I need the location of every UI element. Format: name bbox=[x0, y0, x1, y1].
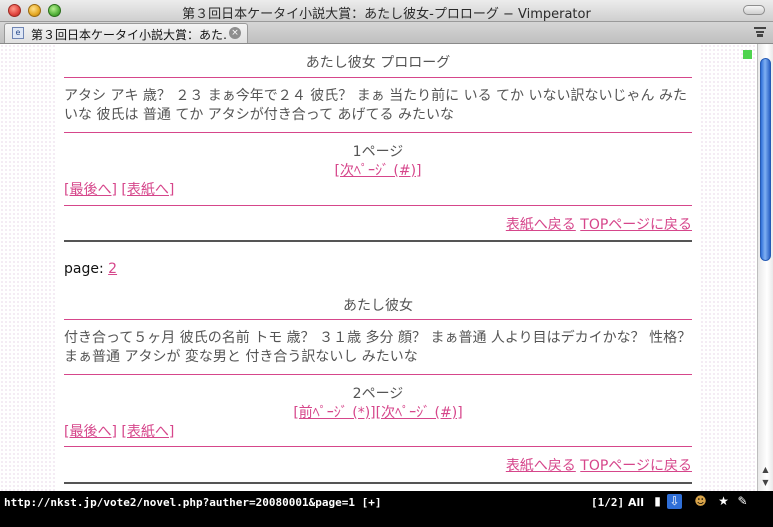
next-page-link[interactable]: [次ﾍﾟｰｼﾞ (#)] bbox=[376, 405, 463, 421]
section2-jump: [最後へ] [表紙へ] bbox=[64, 421, 692, 441]
page-content[interactable]: あたし彼女 プロローグ アタシ アキ 歳？ ２３ まぁ今年で２４ 彼氏？ まぁ … bbox=[0, 44, 757, 491]
section1-page-label: 1ページ bbox=[352, 144, 404, 160]
vertical-scrollbar[interactable]: ▲ ▼ bbox=[757, 44, 773, 491]
section2-nav: [前ﾍﾟｰｼﾞ (*)][次ﾍﾟｰｼﾞ (#)] bbox=[64, 402, 692, 422]
divider bbox=[64, 77, 692, 78]
notes-icon[interactable]: ✎ bbox=[735, 494, 750, 509]
last-page-link[interactable]: [最後へ] bbox=[64, 182, 117, 198]
scroll-arrows[interactable]: ▲ ▼ bbox=[758, 463, 773, 489]
back-to-top-link[interactable]: TOPページに戻る bbox=[580, 458, 692, 474]
page-icon: e bbox=[12, 27, 24, 39]
prev-page-link[interactable]: [前ﾍﾟｰｼﾞ (*)] bbox=[293, 405, 375, 421]
status-bar: http://nkst.jp/vote2/novel.php?auther=20… bbox=[0, 491, 773, 527]
download-icon[interactable]: ⇩ bbox=[667, 494, 682, 509]
tab-list-icon[interactable] bbox=[753, 26, 767, 38]
content-column: あたし彼女 プロローグ アタシ アキ 歳？ ２３ まぁ今年で２４ 彼氏？ まぁ … bbox=[57, 44, 699, 491]
toolbar-toggle-icon[interactable] bbox=[743, 5, 765, 15]
divider bbox=[64, 132, 692, 133]
section2-body: 付き合って５ヶ月 彼氏の名前 トモ 歳？ ３１歳 多分 顔？ まぁ普通 人より目… bbox=[64, 330, 692, 365]
pager-label: page: bbox=[64, 261, 109, 277]
section-separator bbox=[64, 240, 692, 242]
scroll-position: All bbox=[628, 496, 645, 509]
divider bbox=[64, 205, 692, 206]
section1-jump: [最後へ] [表紙へ] bbox=[64, 179, 692, 199]
bookmark-star-icon[interactable]: ★ bbox=[716, 494, 731, 509]
back-to-cover-link[interactable]: 表紙へ戻る bbox=[506, 217, 576, 233]
scroll-down-icon[interactable]: ▼ bbox=[758, 476, 773, 489]
status-url: http://nkst.jp/vote2/novel.php?auther=20… bbox=[4, 496, 382, 509]
cover-link[interactable]: [表紙へ] bbox=[121, 424, 174, 440]
scrollbar-thumb[interactable] bbox=[760, 58, 771, 261]
back-to-top-link[interactable]: TOPページに戻る bbox=[580, 217, 692, 233]
section1-body: アタシ アキ 歳？ ２３ まぁ今年で２４ 彼氏？ まぁ 当たり前に いる てか … bbox=[64, 88, 687, 123]
tab-active[interactable]: e 第３回日本ケータイ小説大賞：あた… × bbox=[4, 23, 248, 43]
section1-heading: あたし彼女 プロローグ bbox=[305, 55, 451, 71]
tab-bar: e 第３回日本ケータイ小説大賞：あた… × bbox=[0, 22, 773, 44]
pager: page: 2 bbox=[64, 261, 692, 277]
greasemonkey-icon[interactable]: ☻ bbox=[693, 494, 708, 509]
page-indicator-icon bbox=[743, 50, 752, 59]
tab-label: 第３回日本ケータイ小説大賞：あた… bbox=[31, 28, 227, 42]
scroll-up-icon[interactable]: ▲ bbox=[758, 463, 773, 476]
window-title: 第３回日本ケータイ小説大賞：あたし彼女-プロローグ − Vimperator bbox=[182, 7, 591, 22]
divider bbox=[64, 319, 692, 320]
divider bbox=[64, 374, 692, 375]
last-page-link[interactable]: [最後へ] bbox=[64, 424, 117, 440]
buffer-position: [1/2] bbox=[591, 496, 625, 509]
section1-nav: [次ﾍﾟｰｼﾞ (#)] bbox=[64, 160, 692, 180]
security-icon[interactable]: ▮ bbox=[650, 494, 665, 509]
section2-footer-links: 表紙へ戻る TOPページに戻る bbox=[64, 455, 692, 475]
section2-page-label: 2ページ bbox=[352, 386, 404, 402]
section2-heading: あたし彼女 bbox=[343, 298, 413, 314]
window-titlebar: 第３回日本ケータイ小説大賞：あたし彼女-プロローグ − Vimperator bbox=[0, 0, 773, 22]
cover-link[interactable]: [表紙へ] bbox=[121, 182, 174, 198]
divider bbox=[64, 446, 692, 447]
tab-close-icon[interactable]: × bbox=[229, 27, 241, 39]
section1-footer-links: 表紙へ戻る TOPページに戻る bbox=[64, 214, 692, 234]
section-separator bbox=[64, 482, 692, 484]
back-to-cover-link[interactable]: 表紙へ戻る bbox=[506, 458, 576, 474]
pager-link[interactable]: 2 bbox=[108, 261, 117, 277]
next-page-link[interactable]: [次ﾍﾟｰｼﾞ (#)] bbox=[334, 163, 421, 179]
